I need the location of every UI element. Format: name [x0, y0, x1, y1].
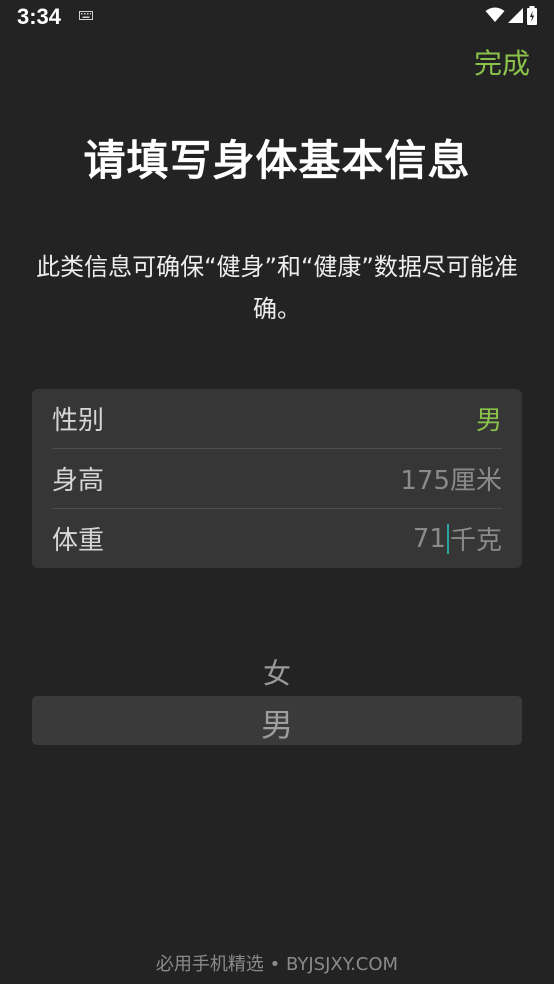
height-row[interactable]: 身高 175厘米 — [52, 449, 502, 508]
gender-row[interactable]: 性别 男 — [52, 389, 502, 448]
gender-picker[interactable]: 女 男 — [32, 640, 522, 750]
weight-input[interactable]: 71 千克 — [413, 520, 502, 557]
weight-value: 71 — [412, 523, 446, 554]
weight-label: 体重 — [52, 526, 105, 556]
status-time: 3:34 — [17, 4, 62, 29]
gender-label: 性别 — [52, 406, 105, 436]
height-value: 175厘米 — [400, 466, 502, 496]
description-text: 此类信息可确保“健身”和“健康”数据尽可能准确。 — [36, 253, 518, 323]
watermark-text: 必用手机精选 • BYJSJXY.COM — [155, 954, 399, 975]
done-button[interactable]: 完成 — [474, 42, 530, 82]
battery-icon — [527, 5, 537, 25]
picker-option-male[interactable]: 男 — [32, 700, 522, 746]
text-cursor — [446, 523, 449, 554]
weight-row[interactable]: 体重 71 千克 — [52, 509, 502, 568]
weight-unit: 千克 — [449, 526, 502, 556]
signal-icon — [508, 7, 523, 23]
keyboard-icon — [79, 11, 93, 20]
gender-value: 男 — [475, 406, 502, 436]
body-info-card: 性别 男 身高 175厘米 体重 71 千克 — [32, 389, 522, 568]
picker-option-female[interactable]: 女 — [32, 652, 522, 692]
page-title: 请填写身体基本信息 — [83, 136, 471, 185]
wifi-icon — [485, 7, 505, 22]
status-bar: 3:34 — [0, 0, 554, 34]
height-label: 身高 — [52, 466, 105, 496]
status-icons — [485, 5, 538, 25]
